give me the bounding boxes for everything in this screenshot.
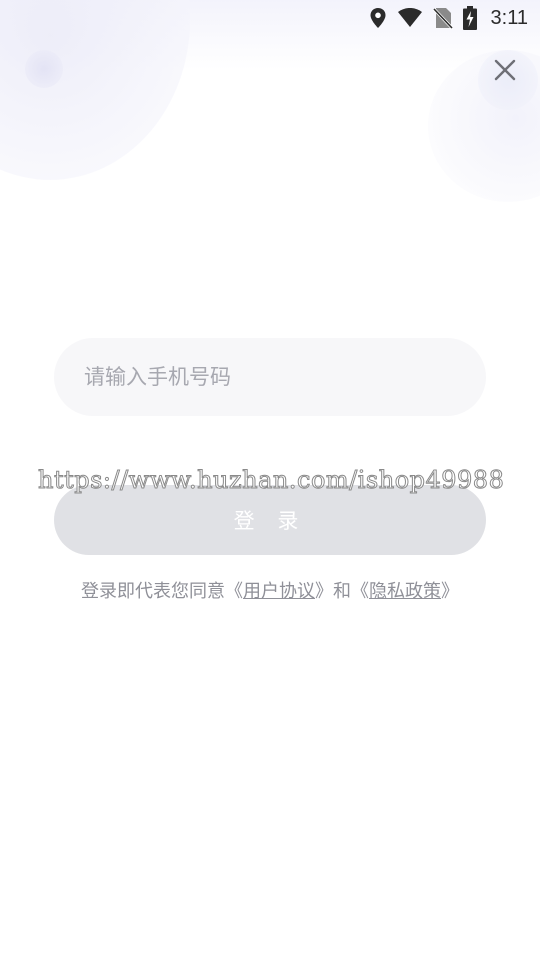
agreement-text: 登录即代表您同意《用户协议》和《隐私政策》 [0, 577, 540, 603]
quote-open: 《 [225, 581, 243, 602]
login-screen: 3:11 登 录 https://www.huzhan.com/ishop499… [0, 0, 540, 960]
battery-charging-icon [462, 6, 477, 30]
quote-close: 》 [315, 581, 333, 602]
watermark-text: https://www.huzhan.com/ishop49988 [37, 466, 505, 495]
status-bar: 3:11 [369, 0, 528, 36]
decorative-circle [0, 0, 190, 180]
agreement-prefix: 登录即代表您同意 [81, 581, 225, 602]
location-icon [369, 7, 387, 29]
wifi-icon [397, 8, 423, 28]
no-sim-icon [432, 7, 453, 29]
decorative-circle [25, 50, 63, 88]
privacy-policy-link[interactable]: 隐私政策 [369, 581, 441, 602]
quote-close: 》 [441, 581, 459, 602]
quote-open: 《 [351, 581, 369, 602]
phone-number-input[interactable] [54, 338, 486, 416]
close-icon [494, 59, 516, 85]
status-time: 3:11 [490, 6, 528, 29]
login-button[interactable]: 登 录 [54, 485, 486, 555]
close-button[interactable] [488, 55, 522, 89]
agreement-connector: 和 [333, 581, 351, 602]
user-agreement-link[interactable]: 用户协议 [243, 581, 315, 602]
phone-input-container [54, 338, 486, 416]
